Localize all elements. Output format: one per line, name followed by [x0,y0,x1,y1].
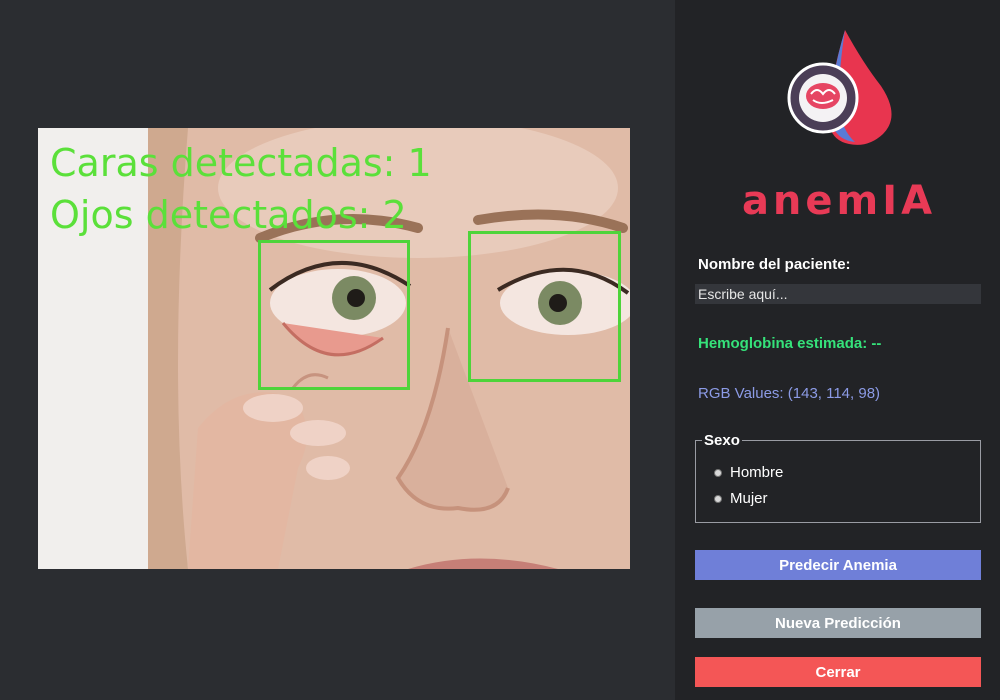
control-panel: anemIA Nombre del paciente: Hemoglobina … [675,0,1000,700]
video-panel: Caras detectadas: 1 Ojos detectados: 2 [0,0,675,700]
eye-bounding-box [468,231,621,382]
radio-button-icon[interactable] [714,468,722,477]
rgb-values-text: RGB Values: (143, 114, 98) [698,385,881,402]
patient-name-label: Nombre del paciente: [698,256,851,273]
radio-option-mujer[interactable]: Mujer [714,490,768,507]
svg-text:anemIA: anemIA [742,178,936,222]
close-button[interactable]: Cerrar [695,657,981,687]
brand-wordmark: anemIA [742,178,936,222]
sex-legend: Sexo [702,432,742,449]
sex-fieldset: Sexo Hombre Mujer [695,432,981,523]
anemia-logo-icon [787,30,892,145]
new-prediction-button[interactable]: Nueva Predicción [695,608,981,638]
radio-label: Mujer [730,490,768,507]
hemoglobin-estimate-text: Hemoglobina estimada: -- [698,335,882,352]
eyes-detected-text: Ojos detectados: 2 [50,193,407,237]
patient-name-input[interactable] [695,284,981,304]
radio-option-hombre[interactable]: Hombre [714,464,783,481]
eye-bounding-box [258,240,410,390]
radio-label: Hombre [730,464,784,481]
camera-frame: Caras detectadas: 1 Ojos detectados: 2 [38,128,630,569]
predict-anemia-button[interactable]: Predecir Anemia [695,550,981,580]
radio-button-icon[interactable] [714,494,722,503]
faces-detected-text: Caras detectadas: 1 [50,141,432,185]
